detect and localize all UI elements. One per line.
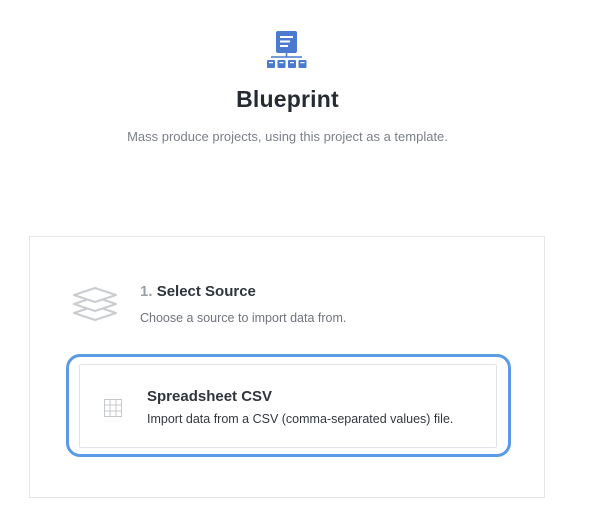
source-description: Import data from a CSV (comma-separated … bbox=[147, 412, 454, 426]
source-option-spreadsheet-csv[interactable]: Spreadsheet CSV Import data from a CSV (… bbox=[79, 364, 497, 448]
step-description: Choose a source to import data from. bbox=[140, 311, 347, 325]
layers-icon bbox=[73, 287, 117, 321]
step-number: 1. bbox=[140, 283, 153, 300]
select-source-panel: 1. Select Source Choose a source to impo… bbox=[29, 236, 545, 498]
page-title: Blueprint bbox=[236, 86, 339, 112]
step-title: 1. Select Source bbox=[140, 283, 256, 300]
blueprint-page: Blueprint Mass produce projects, using t… bbox=[0, 0, 615, 523]
table-grid-icon bbox=[104, 399, 122, 417]
step-title-text: Select Source bbox=[156, 283, 256, 300]
blueprint-icon bbox=[267, 31, 307, 68]
page-subtitle: Mass produce projects, using this projec… bbox=[127, 129, 448, 144]
source-title: Spreadsheet CSV bbox=[147, 388, 273, 405]
